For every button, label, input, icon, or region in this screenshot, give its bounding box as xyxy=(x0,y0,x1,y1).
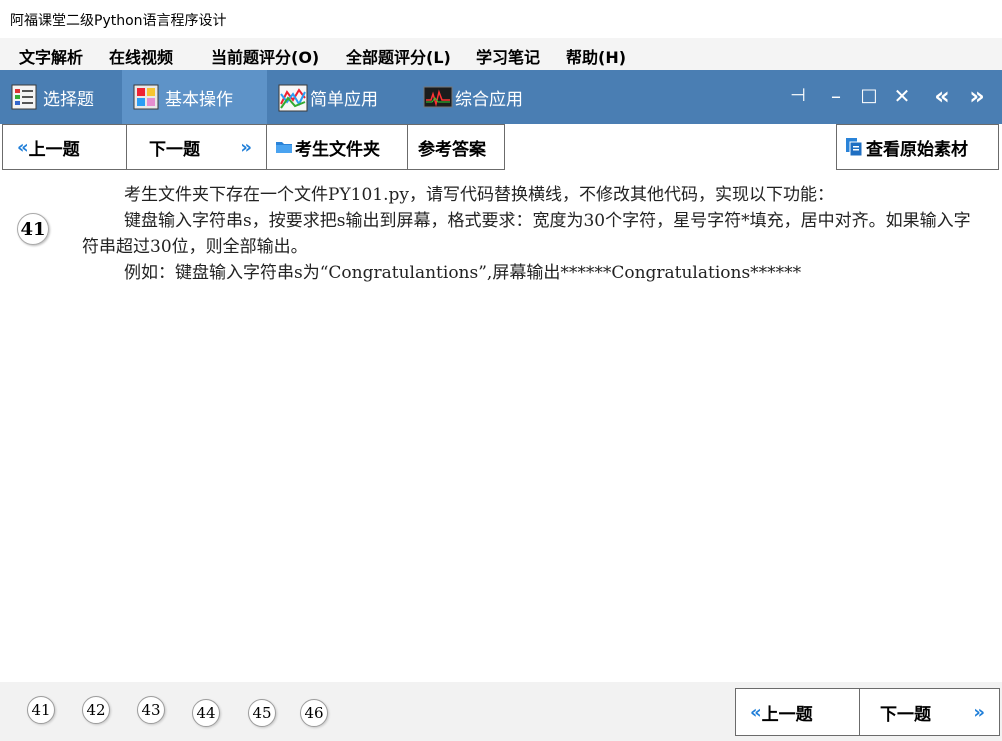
tab-comprehensive-application[interactable]: 综合应用 xyxy=(412,70,557,124)
tab-ribbon: 选择题 基本操作 简单应用 综合应用 ⊣ – □ ✕ « » xyxy=(0,70,1002,124)
tab-comprehensive-application-label: 综合应用 xyxy=(455,89,523,110)
title-bar: 阿福课堂二级Python语言程序设计 xyxy=(0,0,1002,38)
minimize-icon[interactable]: – xyxy=(824,84,848,108)
question-text: 考生文件夹下存在一个文件PY101.py，请写代码替换横线，不修改其他代码，实现… xyxy=(82,182,977,286)
tab-choice[interactable]: 选择题 xyxy=(0,70,122,124)
window-title: 阿福课堂二级Python语言程序设计 xyxy=(10,13,227,29)
pin-icon[interactable]: ⊣ xyxy=(786,84,810,108)
question-line: 例如：键盘输入字符串s为“Congratulantions”,屏幕输出*****… xyxy=(124,263,802,283)
prev-question-button[interactable]: « 上一题 xyxy=(2,124,127,170)
tab-basic-operation-label: 基本操作 xyxy=(165,89,233,110)
question-toolbar: « 上一题 下一题 » 考生文件夹 参考答案 查看原始素材 xyxy=(0,124,1002,172)
view-source-material-label: 查看原始素材 xyxy=(866,139,968,160)
maximize-icon[interactable]: □ xyxy=(857,84,881,108)
question-link-44[interactable]: 44 xyxy=(192,699,220,727)
menu-text-analysis[interactable]: 文字解析 xyxy=(19,44,83,68)
question-line: 考生文件夹下存在一个文件PY101.py，请写代码替换横线，不修改其他代码，实现… xyxy=(124,185,834,205)
tab-choice-label: 选择题 xyxy=(43,89,94,110)
tab-simple-application[interactable]: 简单应用 xyxy=(267,70,412,124)
question-number-badge: 41 xyxy=(17,213,49,245)
menu-help[interactable]: 帮助(H) xyxy=(566,44,626,68)
double-chevron-left-icon: « xyxy=(750,701,762,723)
examinee-folder-label: 考生文件夹 xyxy=(295,139,380,160)
folder-icon xyxy=(275,139,293,155)
view-source-material-button[interactable]: 查看原始素材 xyxy=(836,124,999,170)
close-icon[interactable]: ✕ xyxy=(890,84,914,108)
bottom-pager-bar: 41 42 43 44 45 46 « 上一题 下一题 » xyxy=(0,682,1002,741)
double-chevron-right-icon: » xyxy=(973,701,985,723)
next-page-icon[interactable]: » xyxy=(965,84,989,108)
document-icon xyxy=(845,137,863,157)
question-line: 键盘输入字符串s，按要求把s输出到屏幕，格式要求：宽度为30个字符，星号字符*填… xyxy=(82,211,971,257)
menu-bar: 文字解析 在线视频 当前题评分(O) 全部题评分(L) 学习笔记 帮助(H) xyxy=(0,38,1002,70)
question-link-41[interactable]: 41 xyxy=(27,696,55,724)
menu-online-video[interactable]: 在线视频 xyxy=(109,44,173,68)
prev-page-icon[interactable]: « xyxy=(930,84,954,108)
tab-simple-application-label: 简单应用 xyxy=(310,89,378,110)
examinee-folder-button[interactable]: 考生文件夹 xyxy=(266,124,408,170)
question-link-45[interactable]: 45 xyxy=(248,699,276,727)
bottom-next-question-label: 下一题 xyxy=(880,704,931,725)
chart-icon xyxy=(278,84,308,112)
question-link-43[interactable]: 43 xyxy=(137,696,165,724)
bottom-next-question-button[interactable]: 下一题 » xyxy=(859,688,1000,736)
tab-basic-operation[interactable]: 基本操作 xyxy=(122,70,267,124)
reference-answer-button[interactable]: 参考答案 xyxy=(407,124,505,170)
question-link-42[interactable]: 42 xyxy=(82,696,110,724)
bottom-prev-question-label: 上一题 xyxy=(761,704,813,725)
reference-answer-label: 参考答案 xyxy=(418,139,486,160)
question-content: 41 考生文件夹下存在一个文件PY101.py，请写代码替换横线，不修改其他代码… xyxy=(0,172,1002,682)
question-link-46[interactable]: 46 xyxy=(300,699,328,727)
choice-icon xyxy=(11,84,37,110)
prev-question-label: 上一题 xyxy=(28,139,80,160)
menu-score-current[interactable]: 当前题评分(O) xyxy=(211,44,319,68)
double-chevron-left-icon: « xyxy=(17,136,29,158)
next-question-button[interactable]: 下一题 » xyxy=(126,124,267,170)
monitor-icon xyxy=(423,84,453,110)
menu-study-notes[interactable]: 学习笔记 xyxy=(476,44,540,68)
bottom-prev-question-button[interactable]: « 上一题 xyxy=(735,688,860,736)
menu-score-all[interactable]: 全部题评分(L) xyxy=(346,44,451,68)
next-question-label: 下一题 xyxy=(149,139,200,160)
double-chevron-right-icon: » xyxy=(240,136,252,158)
basic-op-icon xyxy=(133,84,159,110)
